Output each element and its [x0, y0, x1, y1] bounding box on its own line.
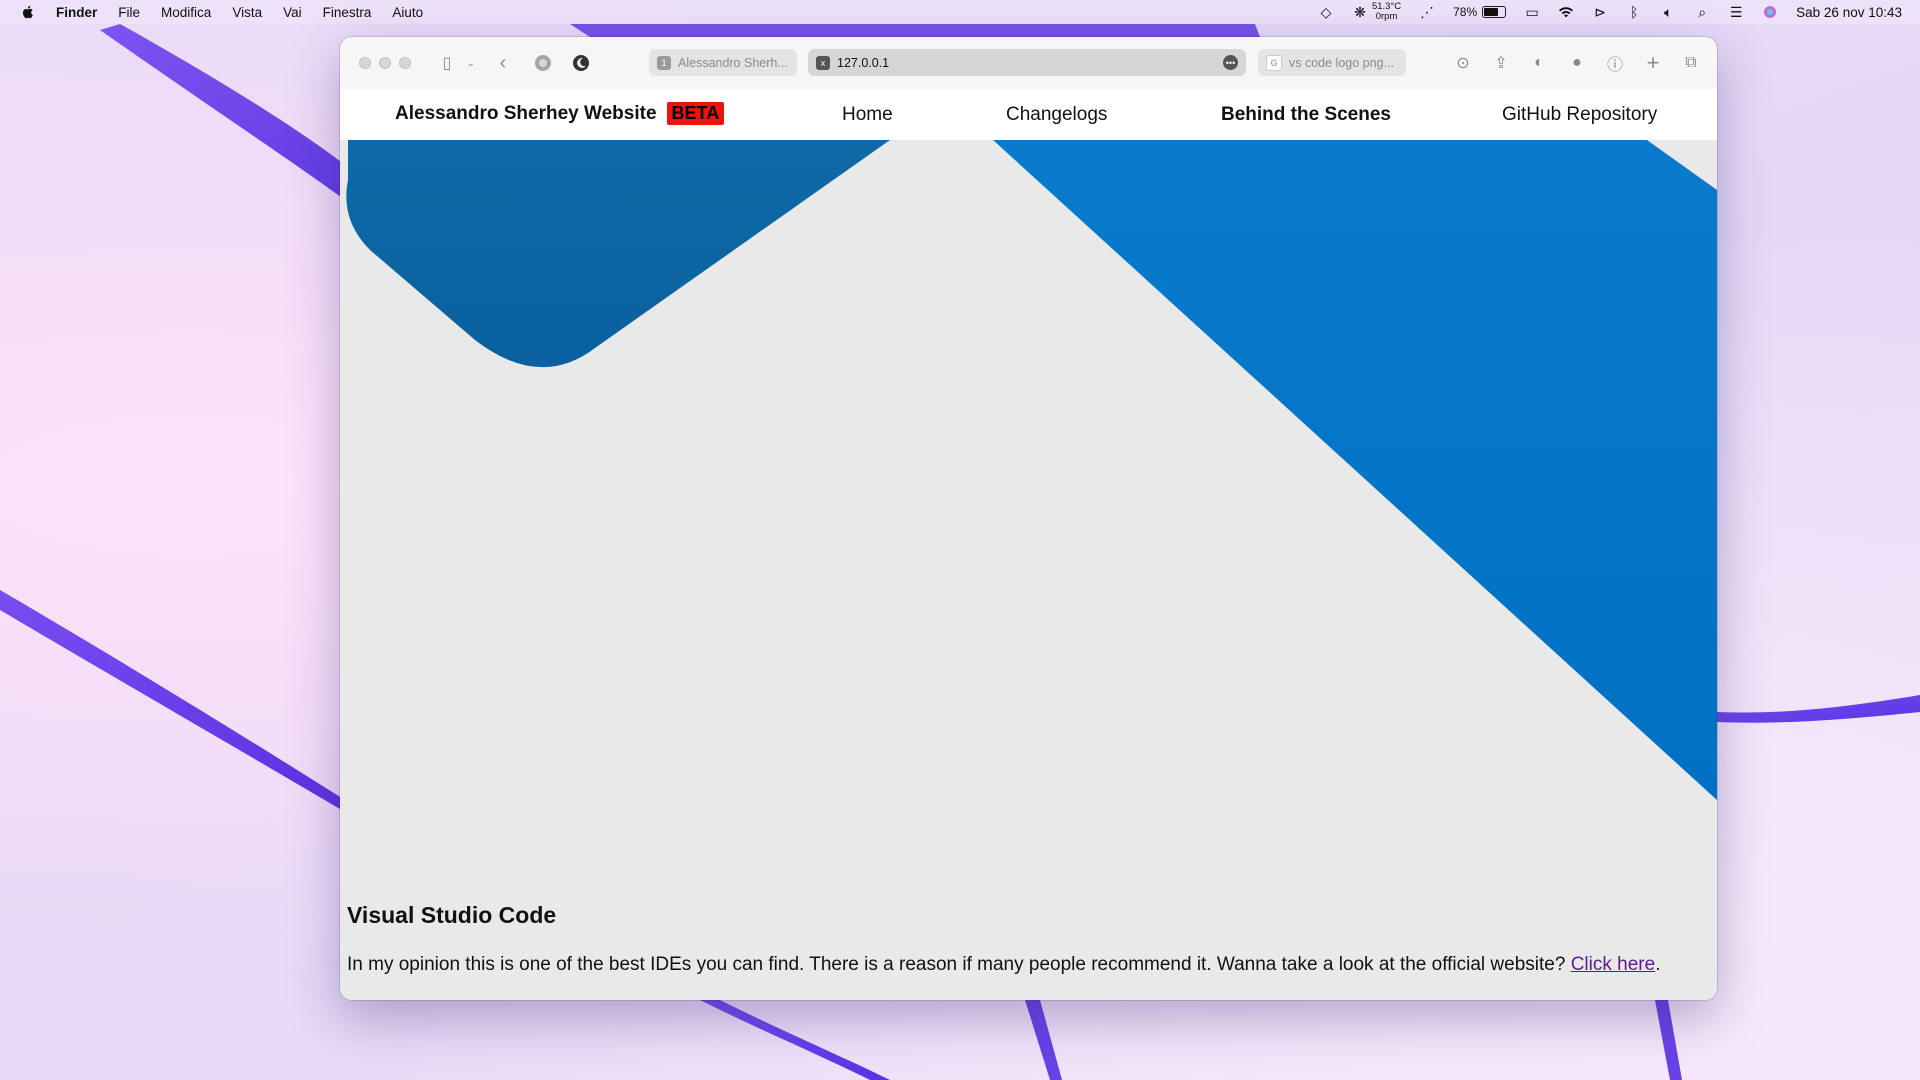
address-text[interactable]: 127.0.0.1: [837, 56, 889, 70]
temperature-widget[interactable]: ❋ 51.3°C 0rpm: [1352, 2, 1401, 22]
menu-vai[interactable]: Vai: [283, 5, 302, 20]
sidebar-toggle-icon[interactable]: ▯: [436, 52, 458, 74]
tab-favicon-icon: 1: [657, 55, 671, 70]
share-icon[interactable]: ⇪: [1490, 52, 1512, 74]
nav-behind-the-scenes[interactable]: Behind the Scenes: [1221, 104, 1391, 126]
battery-percent: 78%: [1453, 5, 1478, 19]
dark-mode-extension-icon[interactable]: [570, 52, 592, 74]
more-options-icon[interactable]: •••: [1223, 55, 1238, 70]
downloads-icon[interactable]: ⊙: [1452, 52, 1474, 74]
article-body: In my opinion this is one of the best ID…: [347, 954, 1571, 975]
bluetooth-icon[interactable]: ᛒ: [1626, 4, 1642, 20]
site-brand[interactable]: Alessandro Sherhey Website BETA: [395, 102, 725, 125]
battery-widget[interactable]: 78%: [1453, 5, 1507, 19]
tab-localhost-address-bar[interactable]: x 127.0.0.1 •••: [808, 49, 1246, 76]
google-favicon-icon: G: [1266, 54, 1282, 71]
tab-close-icon[interactable]: x: [816, 55, 830, 70]
browser-window: ▯ ⌄ ‹ 1 Alessandro Sherh... x 127.0.0.1 …: [340, 37, 1717, 1000]
screen-mirroring-icon[interactable]: ▭: [1524, 4, 1540, 20]
web-page: Alessandro Sherhey Website BETA Home Cha…: [340, 89, 1717, 1000]
brightness-icon[interactable]: ⋰: [1419, 4, 1435, 20]
play-icon[interactable]: ⊳: [1592, 4, 1608, 20]
fan-icon: ❋: [1354, 3, 1366, 20]
minimize-window-button[interactable]: [379, 57, 391, 69]
menu-app-finder[interactable]: Finder: [56, 5, 97, 20]
extension-hand-icon[interactable]: ●: [1566, 52, 1588, 74]
nav-home[interactable]: Home: [842, 104, 893, 126]
menu-bar: Finder File Modifica Vista Vai Finestra …: [0, 0, 1920, 24]
menu-finestra[interactable]: Finestra: [323, 5, 372, 20]
control-center-icon[interactable]: ☰: [1728, 4, 1744, 20]
info-icon[interactable]: ⓘ: [1604, 52, 1626, 74]
fan-speed-value: 0rpm: [1375, 11, 1398, 22]
article-text: In my opinion this is one of the best ID…: [347, 954, 1660, 976]
beta-badge: BETA: [666, 102, 725, 125]
nav-github-repository[interactable]: GitHub Repository: [1502, 104, 1657, 126]
back-icon[interactable]: ‹: [492, 52, 514, 74]
battery-icon: [1482, 6, 1507, 18]
article-trailing: .: [1655, 954, 1661, 975]
menu-aiuto[interactable]: Aiuto: [392, 5, 423, 20]
menu-modifica[interactable]: Modifica: [161, 5, 211, 20]
menu-file[interactable]: File: [118, 5, 140, 20]
close-window-button[interactable]: [359, 57, 371, 69]
menu-vista[interactable]: Vista: [232, 5, 262, 20]
tab-alessandro[interactable]: 1 Alessandro Sherh...: [649, 49, 797, 76]
tab-vs-code-logo[interactable]: G vs code logo png...: [1258, 49, 1406, 76]
clock[interactable]: Sab 26 nov 10:43: [1796, 5, 1902, 20]
article-title: Visual Studio Code: [347, 902, 557, 928]
search-icon[interactable]: ⌕: [1694, 4, 1710, 20]
chevron-down-icon[interactable]: ⌄: [460, 52, 482, 74]
site-navbar: Alessandro Sherhey Website BETA Home Cha…: [340, 89, 1717, 140]
tab-overview-icon[interactable]: ⧉: [1680, 52, 1702, 74]
siri-icon[interactable]: [1762, 4, 1778, 20]
vscode-logo-image: [340, 140, 1717, 800]
tab-label: Alessandro Sherh...: [678, 55, 788, 70]
logo-dark-segment: [346, 140, 890, 368]
apple-logo-icon[interactable]: [20, 4, 36, 20]
official-website-link[interactable]: Click here: [1571, 954, 1655, 975]
zoom-window-button[interactable]: [399, 57, 411, 69]
nav-changelogs[interactable]: Changelogs: [1006, 104, 1107, 126]
privacy-shield-icon[interactable]: ◐: [1528, 52, 1550, 74]
volume-icon[interactable]: 🔈︎: [1660, 4, 1676, 20]
new-tab-icon[interactable]: +: [1642, 50, 1664, 75]
extension-grey-icon[interactable]: [532, 52, 554, 74]
window-controls: [359, 57, 411, 69]
wifi-icon[interactable]: [1558, 4, 1574, 20]
tab-label: vs code logo png...: [1289, 55, 1394, 70]
browser-toolbar: ▯ ⌄ ‹ 1 Alessandro Sherh... x 127.0.0.1 …: [340, 37, 1717, 90]
diamond-icon[interactable]: ◇: [1318, 4, 1334, 20]
logo-light-segment: [993, 140, 1717, 800]
site-title: Alessandro Sherhey Website: [395, 102, 657, 124]
